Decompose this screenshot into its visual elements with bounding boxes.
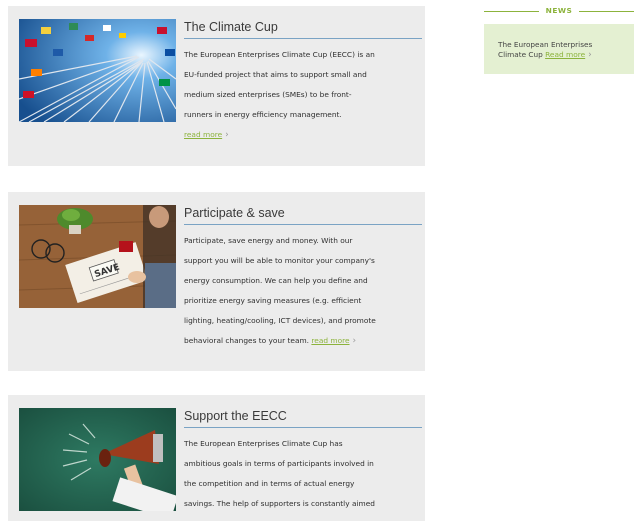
- card-text-line: ambitious goals in terms of participants…: [184, 459, 374, 468]
- news-text: Climate Cup: [498, 50, 543, 59]
- card-text-line: prioritize energy saving measures (e.g. …: [184, 296, 362, 305]
- card-text-line: energy consumption. We can help you defi…: [184, 276, 368, 285]
- divider: [579, 11, 634, 12]
- card-text: The European Enterprises Climate Cup (EE…: [184, 45, 422, 125]
- news-heading: NEWS: [545, 6, 573, 15]
- card-text-line: lighting, heating/cooling, ICT devices),…: [184, 316, 376, 325]
- read-more-link[interactable]: read more: [184, 130, 222, 139]
- divider: [484, 11, 539, 12]
- card-text-line: savings. The help of supporters is const…: [184, 499, 375, 508]
- card-participate-save: SAVE Participate & save Participate, sav…: [8, 192, 425, 371]
- news-widget: NEWS The European Enterprises Climate Cu…: [484, 4, 634, 74]
- card-text-line: EU-funded project that aims to support s…: [184, 70, 367, 79]
- chevron-right-icon: ›: [588, 50, 592, 60]
- card-title: Support the EECC: [184, 407, 422, 428]
- card-title: Participate & save: [184, 204, 422, 225]
- flags-sky-image[interactable]: [19, 19, 176, 122]
- card-text-line: behavioral changes to your team.: [184, 336, 310, 345]
- desk-notebook-image[interactable]: SAVE: [19, 205, 176, 308]
- card-text-line: The European Enterprises Climate Cup has: [184, 439, 343, 448]
- news-text: The European Enterprises: [498, 40, 593, 49]
- news-item: The European Enterprises Climate Cup Rea…: [484, 24, 634, 74]
- card-text: Participate, save energy and money. With…: [184, 231, 422, 351]
- card-text: The European Enterprises Climate Cup has…: [184, 434, 422, 514]
- news-read-more-link[interactable]: Read more: [545, 50, 585, 59]
- chevron-right-icon: ›: [225, 130, 229, 140]
- card-text-line: medium sized enterprises (SMEs) to be fr…: [184, 90, 352, 99]
- news-heading-row: NEWS: [484, 4, 634, 18]
- read-more-link[interactable]: read more: [311, 336, 349, 345]
- card-text-line: support you will be able to monitor your…: [184, 256, 375, 265]
- chevron-right-icon: ›: [352, 336, 357, 346]
- card-title: The Climate Cup: [184, 18, 422, 39]
- megaphone-image[interactable]: [19, 408, 176, 511]
- card-text-line: runners in energy efficiency management.: [184, 110, 342, 119]
- card-text-line: the competition and in terms of actual e…: [184, 479, 355, 488]
- card-climate-cup: The Climate Cup The European Enterprises…: [8, 6, 425, 166]
- card-text-line: The European Enterprises Climate Cup (EE…: [184, 50, 375, 59]
- card-support-eecc: Support the EECC The European Enterprise…: [8, 395, 425, 521]
- card-text-line: Participate, save energy and money. With…: [184, 236, 353, 245]
